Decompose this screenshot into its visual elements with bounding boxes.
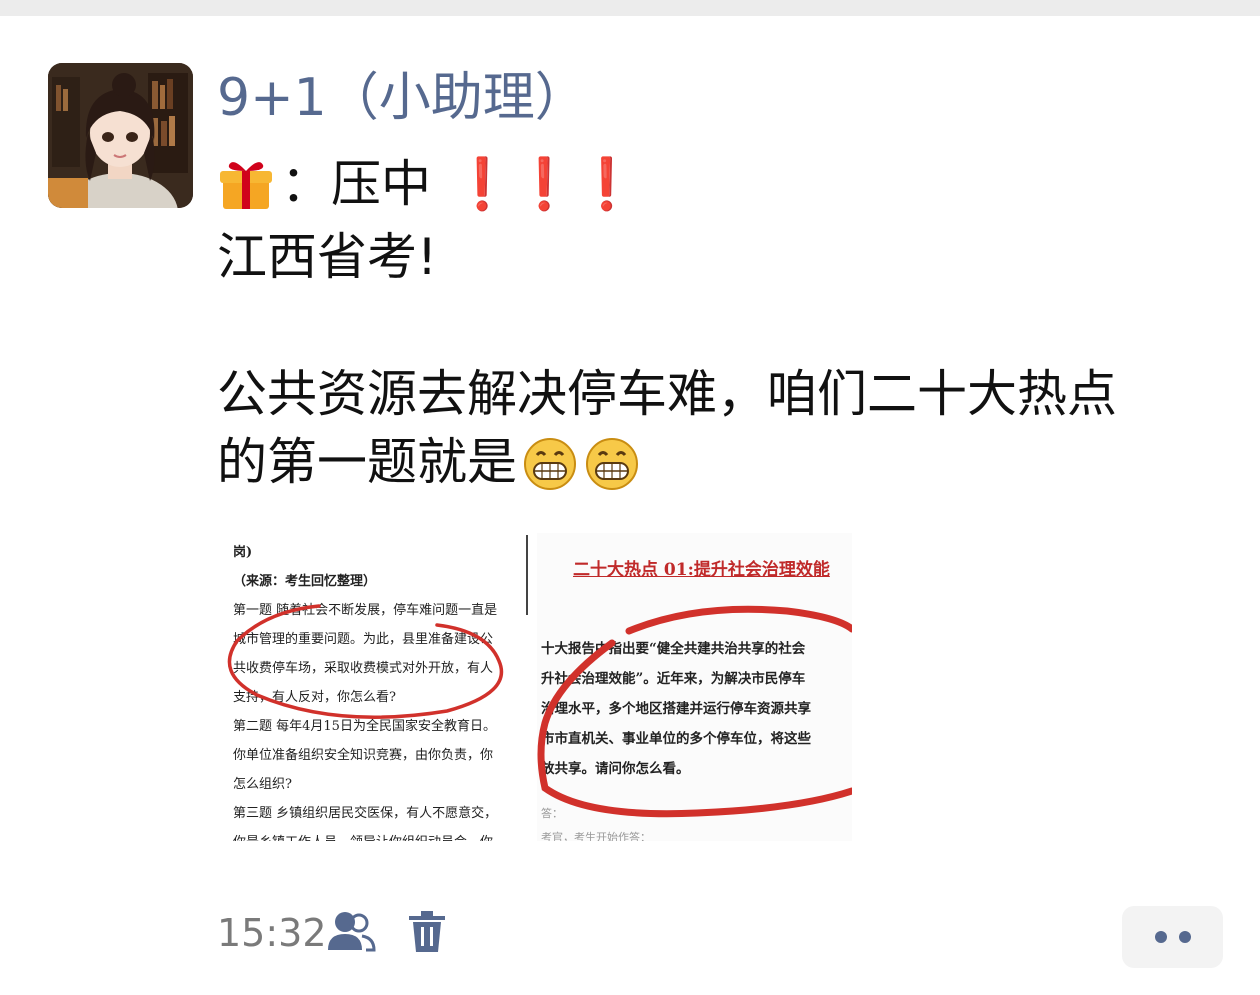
doc-line: 考官，考生开始作答： (541, 831, 651, 841)
doc-line: 岗) (233, 545, 253, 560)
message-line-1-text: ：压中 (281, 155, 431, 213)
doc-line: 放共享。请问你怎么看。 (541, 761, 690, 777)
message-line-2: 江西省考! (217, 228, 438, 286)
grin-emoji-icon (524, 438, 576, 490)
doc-line: 十大报告中指出要“健全共建共治共享的社会 (541, 641, 806, 657)
doc-line: 怎么组织? (233, 777, 292, 792)
message-line-1: ：压中 ❗❗❗ (217, 152, 638, 216)
doc-line: 答： (541, 807, 563, 820)
more-icon (1154, 931, 1167, 943)
message-line-4-text: 的第一题就是 (217, 433, 517, 491)
doc-line: 治理水平，多个地区搭建并运行停车资源共享 (541, 701, 811, 717)
image-divider (526, 535, 528, 615)
doc-line: 市市直机关、事业单位的多个停车位，将这些 (541, 731, 811, 747)
exclamation-marks: ❗❗❗ (451, 155, 638, 213)
sender-name[interactable]: 9+1（小助理） (217, 66, 587, 130)
doc-line: 第二题 每年4月15日为全民国家安全教育日。 (233, 719, 496, 734)
hotspot-doc: 二十大热点 01:提升社会治理效能 十大报告中指出要“健全共建共治共享的社会 升… (537, 533, 852, 841)
doc-line: 城市管理的重要问题。为此，县里准备建设公 (233, 632, 494, 647)
more-button[interactable] (1122, 906, 1223, 968)
message-line-4: 的第一题就是 (217, 430, 641, 494)
hotspot-title: 二十大热点 01:提升社会治理效能 (573, 560, 830, 580)
doc-line: 第三题 乡镇组织居民交医保，有人不愿意交， (233, 806, 498, 821)
people-icon[interactable] (326, 910, 376, 954)
message-line-3: 公共资源去解决停车难，咱们二十大热点 (217, 365, 1117, 423)
doc-line: 支持，有人反对，你怎么看? (233, 690, 396, 705)
doc-line: 第一题 随着社会不断发展，停车难问题一直是 (233, 603, 498, 618)
grin-emoji-icon (586, 438, 638, 490)
doc-line: 你单位准备组织安全知识竞赛，由你负责，你 (233, 748, 494, 763)
gift-emoji-icon (220, 162, 272, 209)
attached-image[interactable]: 岗) （来源：考生回忆整理） 第一题 随着社会不断发展，停车难问题一直是 城市管… (227, 533, 852, 841)
doc-line: 你是乡镇工作人员，领导让你组织动员会，你 (233, 831, 493, 841)
doc-line: 升社会治理效能”。近年来，为解决市民停车 (541, 671, 806, 687)
more-icon (1178, 931, 1191, 943)
doc-line: （来源：考生回忆整理） (233, 574, 377, 589)
doc-line: 共收费停车场，采取收费模式对外开放，有人 (233, 661, 494, 676)
timestamp: 15:32 (217, 911, 327, 955)
top-bar (0, 0, 1260, 16)
avatar[interactable] (48, 63, 193, 208)
exam-questions-doc: 岗) （来源：考生回忆整理） 第一题 随着社会不断发展，停车难问题一直是 城市管… (227, 533, 525, 841)
trash-icon[interactable] (407, 910, 447, 954)
